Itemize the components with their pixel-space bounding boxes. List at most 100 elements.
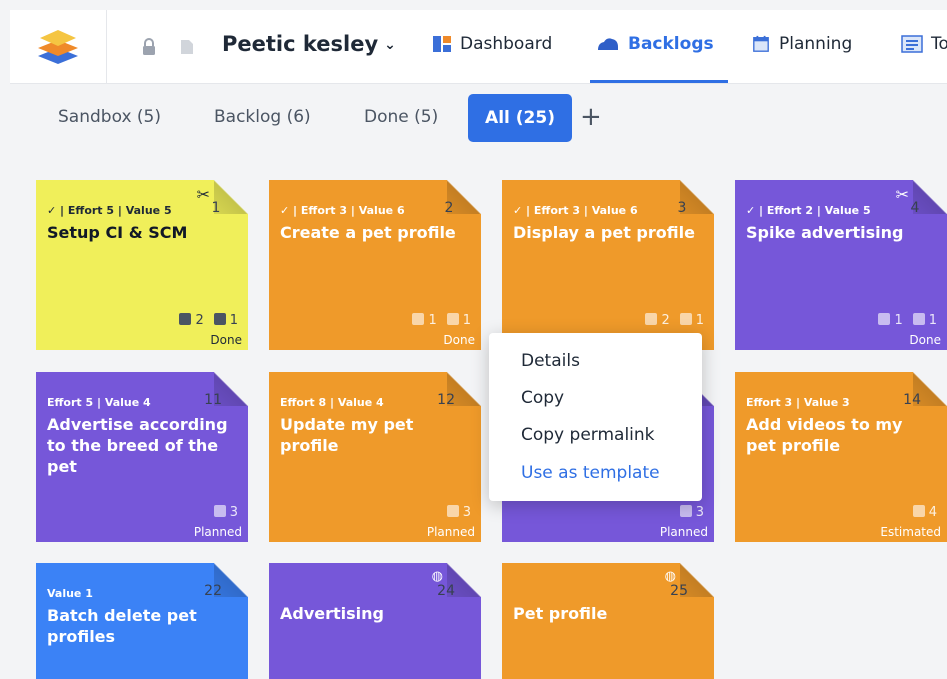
top-bar: Peetic kesley ⌄ Dashboard Backlogs Plann…: [10, 10, 947, 84]
card-title: Update my pet profile: [280, 415, 414, 455]
lock-icon[interactable]: [142, 38, 156, 56]
nav-tab-backlogs[interactable]: Backlogs: [596, 34, 714, 54]
backlog-card[interactable]: 2 ✓ | Effort 3 | Value 6 Create a pet pr…: [269, 180, 481, 350]
project-name: Peetic kesley: [222, 32, 379, 56]
nav-tab-planning[interactable]: Planning: [751, 34, 852, 54]
card-title: Batch delete pet profiles: [47, 606, 197, 646]
card-status: Estimated: [880, 525, 941, 539]
filter-tab-all[interactable]: All (25): [468, 94, 572, 142]
card-number: 22: [204, 583, 222, 599]
backlog-card[interactable]: ✂ 4 ✓ | Effort 2 | Value 5 Spike adverti…: [735, 180, 947, 350]
doc-count: 3: [462, 505, 471, 520]
doc-count: 1: [695, 313, 704, 328]
filter-tab-backlog[interactable]: Backlog (6): [214, 107, 311, 127]
backlog-card[interactable]: ✂ 1 ✓ | Effort 5 | Value 5 Setup CI & SC…: [36, 180, 248, 350]
card-number: 12: [437, 392, 455, 408]
document-icon: [913, 505, 925, 517]
calendar-icon: [753, 35, 769, 52]
context-menu: Details Copy Copy permalink Use as templ…: [489, 333, 702, 501]
backlog-card[interactable]: ◍ 24 Advertising: [269, 563, 481, 679]
document-icon: [214, 313, 226, 325]
backlog-card[interactable]: 22 Value 1 Batch delete pet profiles: [36, 563, 248, 679]
project-selector[interactable]: Peetic kesley ⌄: [222, 32, 396, 56]
filter-tab-done[interactable]: Done (5): [364, 107, 438, 127]
doc-count: 1: [229, 313, 238, 328]
globe-icon: ◍: [431, 569, 443, 584]
nav-tab-more[interactable]: To: [901, 34, 947, 54]
card-title: Advertise according to the breed of the …: [47, 415, 228, 476]
card-title: Setup CI & SCM: [47, 223, 188, 242]
card-status: Planned: [659, 525, 708, 539]
check-count: 1: [428, 313, 437, 328]
card-meta: ✓ | Effort 3 | Value 6: [280, 204, 405, 217]
card-meta: Effort 5 | Value 4: [47, 396, 151, 409]
card-meta: ✓ | Effort 2 | Value 5: [746, 204, 871, 217]
document-icon: [913, 313, 925, 325]
backlog-card[interactable]: ◍ 25 Pet profile: [502, 563, 714, 679]
card-counts: 3: [680, 505, 704, 520]
menu-item-details[interactable]: Details: [521, 351, 580, 371]
card-counts: 1 1: [878, 313, 937, 328]
chevron-down-icon: ⌄: [384, 37, 396, 53]
checkbox-icon: [878, 313, 890, 325]
card-number: 2: [444, 200, 454, 216]
filter-tab-sandbox[interactable]: Sandbox (5): [58, 107, 161, 127]
doc-count: 1: [462, 313, 471, 328]
dashboard-icon: [433, 36, 451, 52]
document-icon: [214, 505, 226, 517]
card-title: Create a pet profile: [280, 223, 456, 242]
document-icon: [447, 313, 459, 325]
doc-count: 3: [695, 505, 704, 520]
backlog-card[interactable]: 12 Effort 8 | Value 4 Update my pet prof…: [269, 372, 481, 542]
card-counts: 4: [913, 505, 937, 520]
backlog-card[interactable]: 14 Effort 3 | Value 3 Add videos to my p…: [735, 372, 947, 542]
document-icon: [680, 313, 692, 325]
layers-logo-icon: [38, 30, 78, 64]
check-count: 2: [661, 313, 670, 328]
checkbox-icon: [179, 313, 191, 325]
card-number: 11: [204, 392, 222, 408]
nav-tab-label: Backlogs: [628, 34, 714, 54]
card-title: Pet profile: [513, 604, 608, 623]
card-status: Done: [909, 333, 941, 347]
card-number: 3: [677, 200, 687, 216]
card-status: Planned: [193, 525, 242, 539]
check-count: 2: [195, 313, 204, 328]
backlog-cloud-icon: [598, 38, 618, 50]
nav-tab-label: To: [931, 34, 947, 54]
add-filter-button[interactable]: +: [580, 102, 602, 132]
doc-count: 1: [928, 313, 937, 328]
check-count: 1: [894, 313, 903, 328]
doc-count: 3: [229, 505, 238, 520]
document-icon: [447, 505, 459, 517]
card-status: Done: [443, 333, 475, 347]
card-meta: ✓ | Effort 5 | Value 5: [47, 204, 172, 217]
card-counts: 2 1: [179, 313, 238, 328]
card-number: 24: [437, 583, 455, 599]
nav-tab-dashboard[interactable]: Dashboard: [432, 34, 552, 54]
checkbox-icon: [645, 313, 657, 325]
card-number: 14: [903, 392, 921, 408]
card-counts: 3: [447, 505, 471, 520]
card-number: 1: [211, 200, 221, 216]
card-number: 4: [910, 200, 920, 216]
card-title: Display a pet profile: [513, 223, 695, 242]
card-meta: Value 1: [47, 587, 93, 600]
app-logo[interactable]: [10, 10, 107, 83]
menu-item-copy-permalink[interactable]: Copy permalink: [521, 425, 655, 445]
menu-item-use-as-template[interactable]: Use as template: [521, 463, 660, 483]
document-icon[interactable]: [180, 39, 194, 55]
card-title: Add videos to my pet profile: [746, 415, 903, 455]
backlog-card[interactable]: 11 Effort 5 | Value 4 Advertise accordin…: [36, 372, 248, 542]
menu-item-copy[interactable]: Copy: [521, 388, 564, 408]
document-icon: [680, 505, 692, 517]
backlog-card[interactable]: 3 ✓ | Effort 3 | Value 6 Display a pet p…: [502, 180, 714, 350]
card-counts: 1 1: [412, 313, 471, 328]
active-tab-indicator: [590, 80, 728, 83]
card-counts: 2 1: [645, 313, 704, 328]
card-meta: Effort 3 | Value 3: [746, 396, 850, 409]
doc-count: 4: [928, 505, 937, 520]
globe-icon: ◍: [664, 569, 676, 584]
nav-tab-label: Dashboard: [460, 34, 553, 54]
card-number: 25: [670, 583, 688, 599]
